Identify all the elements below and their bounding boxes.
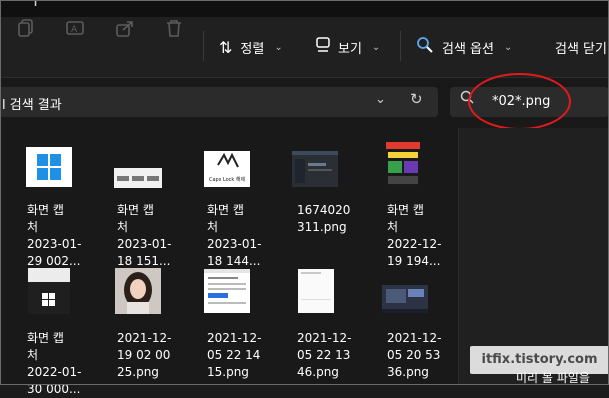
file-name: 2021-12- 05 22 14 15.png [207,331,262,379]
rename-icon[interactable]: A [64,18,86,40]
sort-label: 정렬 [240,41,265,57]
chevron-down-icon: ⌄ [503,41,513,53]
chevron-down-icon: ⌄ [371,41,381,53]
search-options-label: 검색 옵션 [442,41,494,57]
file-item[interactable]: 2021-12- 19 02 00 25.png [112,268,192,388]
preview-message: 미리 볼 파일을 [516,371,590,385]
file-name: 화면 캡 처 2023-01- 18 144... [207,203,262,268]
close-search-button[interactable]: 검색 닫기 [555,35,607,59]
toolbar-separator [203,31,204,61]
close-search-label: 검색 닫기 [555,41,607,57]
toolbar-separator [400,31,401,61]
file-name: 2021-12- 05 20 53 36.png [387,331,442,379]
file-item[interactable]: 2021-12- 05 20 53 36.png [382,268,462,388]
file-item[interactable]: 화면 캡 처 2022-01- 30 000... [22,268,102,396]
search-options-icon [416,36,434,58]
chevron-down-icon: ⌄ [274,41,283,53]
dark-desktop-thumbnail [382,285,428,313]
tab-strip [0,0,609,17]
dark-app-thumbnail [292,151,338,187]
windows-dark-thumbnail [28,268,70,314]
file-name: 화면 캡 처 2023-01- 18 151... [117,203,172,268]
file-name: 1674020 311.png [297,203,351,234]
delete-icon[interactable] [163,18,185,40]
file-item[interactable]: 1674020 311.png [292,140,372,260]
file-item[interactable]: 화면 캡 처 2022-12- 19 194... [382,140,462,268]
sort-button[interactable]: ⇅ 정렬 ⌄ [219,35,283,59]
address-bar[interactable] [0,87,438,117]
new-tab-button[interactable]: + [28,0,48,12]
svg-text:A: A [71,25,78,35]
copy-icon[interactable] [15,18,37,40]
file-name: 화면 캡 처 2023-01- 29 002... [27,203,82,268]
file-name: 2021-12- 19 02 00 25.png [117,331,172,379]
search-options-button[interactable]: 검색 옵션 ⌄ [416,35,512,59]
file-name: 화면 캡 처 2022-12- 19 194... [387,203,442,268]
refresh-icon[interactable]: ↻ [410,90,423,108]
portrait-thumbnail [115,268,161,314]
file-name: 화면 캡 처 2022-01- 30 000... [27,331,82,396]
command-bar [0,17,609,78]
sort-icon: ⇅ [219,37,233,57]
capslock-thumbnail: Caps Lock 해제 [204,151,250,187]
blank-doc-thumbnail [298,269,334,313]
file-item[interactable]: 2021-12- 05 22 13 46.png [292,268,372,388]
address-text: l 검색 결과 [2,98,62,113]
view-icon [316,37,330,57]
file-item[interactable]: 화면 캡 처 2023-01- 29 002... [22,140,102,268]
view-button[interactable]: 보기 ⌄ [316,35,380,59]
windows-logo-thumbnail [26,147,72,187]
view-label: 보기 [338,41,362,57]
white-ui-thumbnail [114,168,162,188]
chevron-down-icon[interactable]: ⌄ [375,92,386,107]
file-item[interactable]: 2021-12- 05 22 14 15.png [202,268,282,388]
share-icon[interactable] [114,18,136,40]
web-page-thumbnail [204,269,250,313]
file-item[interactable]: Caps Lock 해제 화면 캡 처 2023-01- 18 144... [202,140,282,268]
colorful-site-thumbnail [386,142,420,188]
capslock-text: Caps Lock 해제 [209,176,246,183]
file-item[interactable]: 화면 캡 처 2023-01- 18 151... [112,140,192,268]
file-name: 2021-12- 05 22 13 46.png [297,331,352,379]
annotation-circle [468,73,571,130]
